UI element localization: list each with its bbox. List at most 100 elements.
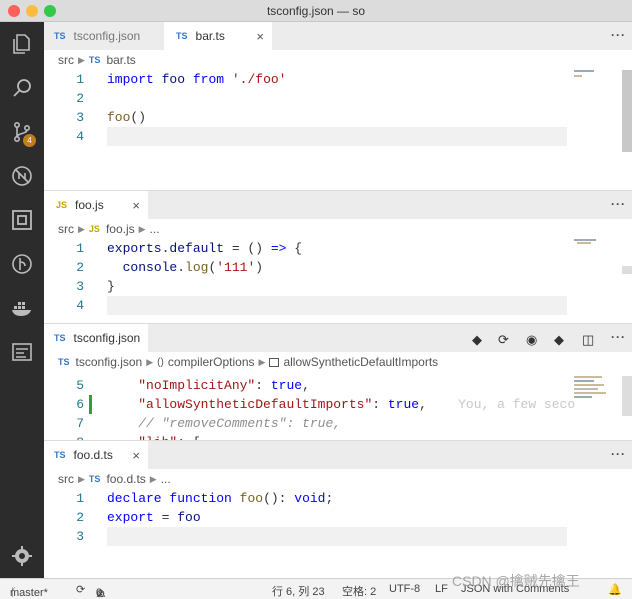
code-line[interactable]: 3} <box>44 277 632 296</box>
sync-icon[interactable]: ⟳ <box>498 332 509 348</box>
code-text: // "removeComments": true, <box>107 414 341 433</box>
extensions-icon[interactable] <box>0 198 44 242</box>
line-number: 1 <box>76 72 84 87</box>
code-text: "lib": [ <box>107 433 200 440</box>
code-line[interactable]: 7 // "removeComments": true, <box>44 414 632 433</box>
tab-bar-ts[interactable]: TS bar.ts × <box>164 22 272 50</box>
minimap[interactable] <box>574 70 614 82</box>
git-lens-icon[interactable] <box>0 242 44 286</box>
code-line[interactable]: 8 "lib": [ <box>44 433 632 440</box>
breadcrumb-item[interactable]: ... <box>150 222 160 236</box>
watermark: CSDN @擒贼先擒王 <box>452 573 580 589</box>
code-line[interactable]: 4 <box>44 296 632 315</box>
code-token: export <box>107 510 154 525</box>
code-line[interactable]: 5 "noImplicitAny": true, <box>44 376 632 395</box>
more-actions-icon[interactable]: ··· <box>611 447 626 461</box>
code-line[interactable]: 6 "allowSyntheticDefaultImports": true, … <box>44 395 632 414</box>
code-editor[interactable]: 1 import foo from './foo' 2 3 foo() 4 <box>44 70 632 190</box>
tab-foo-js[interactable]: JS foo.js × <box>44 191 148 219</box>
scrollbar[interactable] <box>622 266 632 274</box>
code-line[interactable]: 4 <box>44 127 632 146</box>
debug-icon[interactable] <box>0 154 44 198</box>
tab-bar: TS tsconfig.json ◆ ⟳ ◉ ◆ ◫ ··· <box>44 324 632 352</box>
scrollbar[interactable] <box>622 376 632 416</box>
close-tab-icon[interactable]: × <box>132 198 140 213</box>
tab-bar: JS foo.js × ··· <box>44 191 632 219</box>
minimap[interactable] <box>574 376 614 426</box>
code-editor[interactable]: 5 "noImplicitAny": true, 6 "allowSyntheti… <box>44 376 632 440</box>
code-line[interactable]: 1 import foo from './foo' <box>44 70 632 89</box>
more-actions-icon[interactable]: ··· <box>611 330 626 344</box>
more-actions-icon[interactable]: ··· <box>611 197 626 211</box>
more-actions-icon[interactable]: ··· <box>611 28 626 42</box>
ts-file-icon: TS <box>54 31 66 41</box>
code-editor[interactable]: 1 declare function foo(): void; 2 export = … <box>44 489 632 578</box>
code-line[interactable]: 1 exports.default = () => { <box>44 239 632 258</box>
breadcrumb-item[interactable]: src <box>58 222 74 236</box>
code-line[interactable]: 3 foo() <box>44 108 632 127</box>
line-number: 3 <box>76 529 84 544</box>
minimap[interactable] <box>574 239 614 251</box>
remote-explorer-icon[interactable] <box>0 330 44 374</box>
code-token: , <box>419 397 427 412</box>
code-token: // "removeComments": true, <box>138 416 342 431</box>
breadcrumb-item[interactable]: tsconfig.json <box>76 355 143 369</box>
tab-tsconfig-json[interactable]: TS tsconfig.json <box>44 324 148 352</box>
code-token: ; <box>325 491 334 506</box>
close-tab-icon[interactable]: × <box>132 448 140 463</box>
code-token: , <box>302 378 310 393</box>
breadcrumb-item[interactable]: bar.ts <box>106 53 135 67</box>
open-changes-icon[interactable]: ◆ <box>554 332 564 348</box>
code-text: export = foo <box>107 508 201 527</box>
code-token: "noImplicitAny" <box>138 378 256 393</box>
code-token: true <box>270 378 303 393</box>
line-number: 7 <box>76 416 84 431</box>
split-editor-icon[interactable]: ◫ <box>582 332 594 348</box>
scrollbar[interactable] <box>622 70 632 152</box>
explorer-icon[interactable] <box>0 22 44 66</box>
code-text: "noImplicitAny": true, <box>107 376 310 395</box>
indentation[interactable]: 空格: 2 <box>342 583 376 599</box>
tab-label: bar.ts <box>195 29 225 43</box>
code-line[interactable]: 2 export = foo <box>44 508 632 527</box>
close-tab-icon[interactable]: × <box>256 29 264 44</box>
breadcrumb-item[interactable]: foo.d.ts <box>106 472 145 486</box>
tab-label: foo.d.ts <box>73 448 113 462</box>
code-token: (): <box>263 491 295 506</box>
title-bar: tsconfig.json — so <box>0 0 632 22</box>
breadcrumb-item[interactable]: src <box>58 53 74 67</box>
chevron-right-icon: ▶ <box>78 54 85 65</box>
breadcrumb: src ▶ TS foo.d.ts ▶ ... <box>44 469 632 489</box>
breadcrumb-item[interactable]: allowSyntheticDefaultImports <box>283 355 438 369</box>
editor-group-tsconfig: TS tsconfig.json ◆ ⟳ ◉ ◆ ◫ ··· TS tsconf… <box>44 324 632 440</box>
breadcrumb-item[interactable]: src <box>58 472 74 486</box>
encoding[interactable]: UTF-8 <box>389 583 420 595</box>
cursor-position[interactable]: 行 6, 列 23 <box>272 583 325 599</box>
sync-status-icon[interactable]: ⟳ <box>76 583 85 596</box>
code-token: "allowSyntheticDefaultImports" <box>138 397 373 412</box>
settings-gear-icon[interactable] <box>0 534 44 578</box>
source-control-icon[interactable]: 4 <box>0 110 44 154</box>
breadcrumb-item[interactable]: foo.js <box>106 222 135 236</box>
search-icon[interactable] <box>0 66 44 110</box>
docker-icon[interactable] <box>0 286 44 330</box>
eye-icon[interactable]: ◉ <box>526 332 537 348</box>
code-editor[interactable]: 1 exports.default = () => {2 console.log(… <box>44 239 632 323</box>
ts-file-icon: TS <box>88 55 101 65</box>
code-line[interactable]: 2 <box>44 89 632 108</box>
notifications-bell-icon[interactable]: 🔔 <box>608 583 622 596</box>
breadcrumb-item[interactable]: ... <box>161 472 171 486</box>
breadcrumb-item[interactable]: compilerOptions <box>168 355 255 369</box>
tab-foo-d-ts[interactable]: TS foo.d.ts × <box>44 441 148 469</box>
code-line[interactable]: 1 declare function foo(): void; <box>44 489 632 508</box>
code-token: . <box>177 260 186 275</box>
line-ending[interactable]: LF <box>435 583 448 595</box>
tab-tsconfig[interactable]: TS tsconfig.json <box>44 22 164 50</box>
code-line[interactable]: 3 <box>44 527 632 546</box>
git-compare-icon[interactable]: ◆ <box>472 332 482 348</box>
code-line[interactable]: 2 console.log('111') <box>44 258 632 277</box>
code-token: void <box>294 491 326 506</box>
